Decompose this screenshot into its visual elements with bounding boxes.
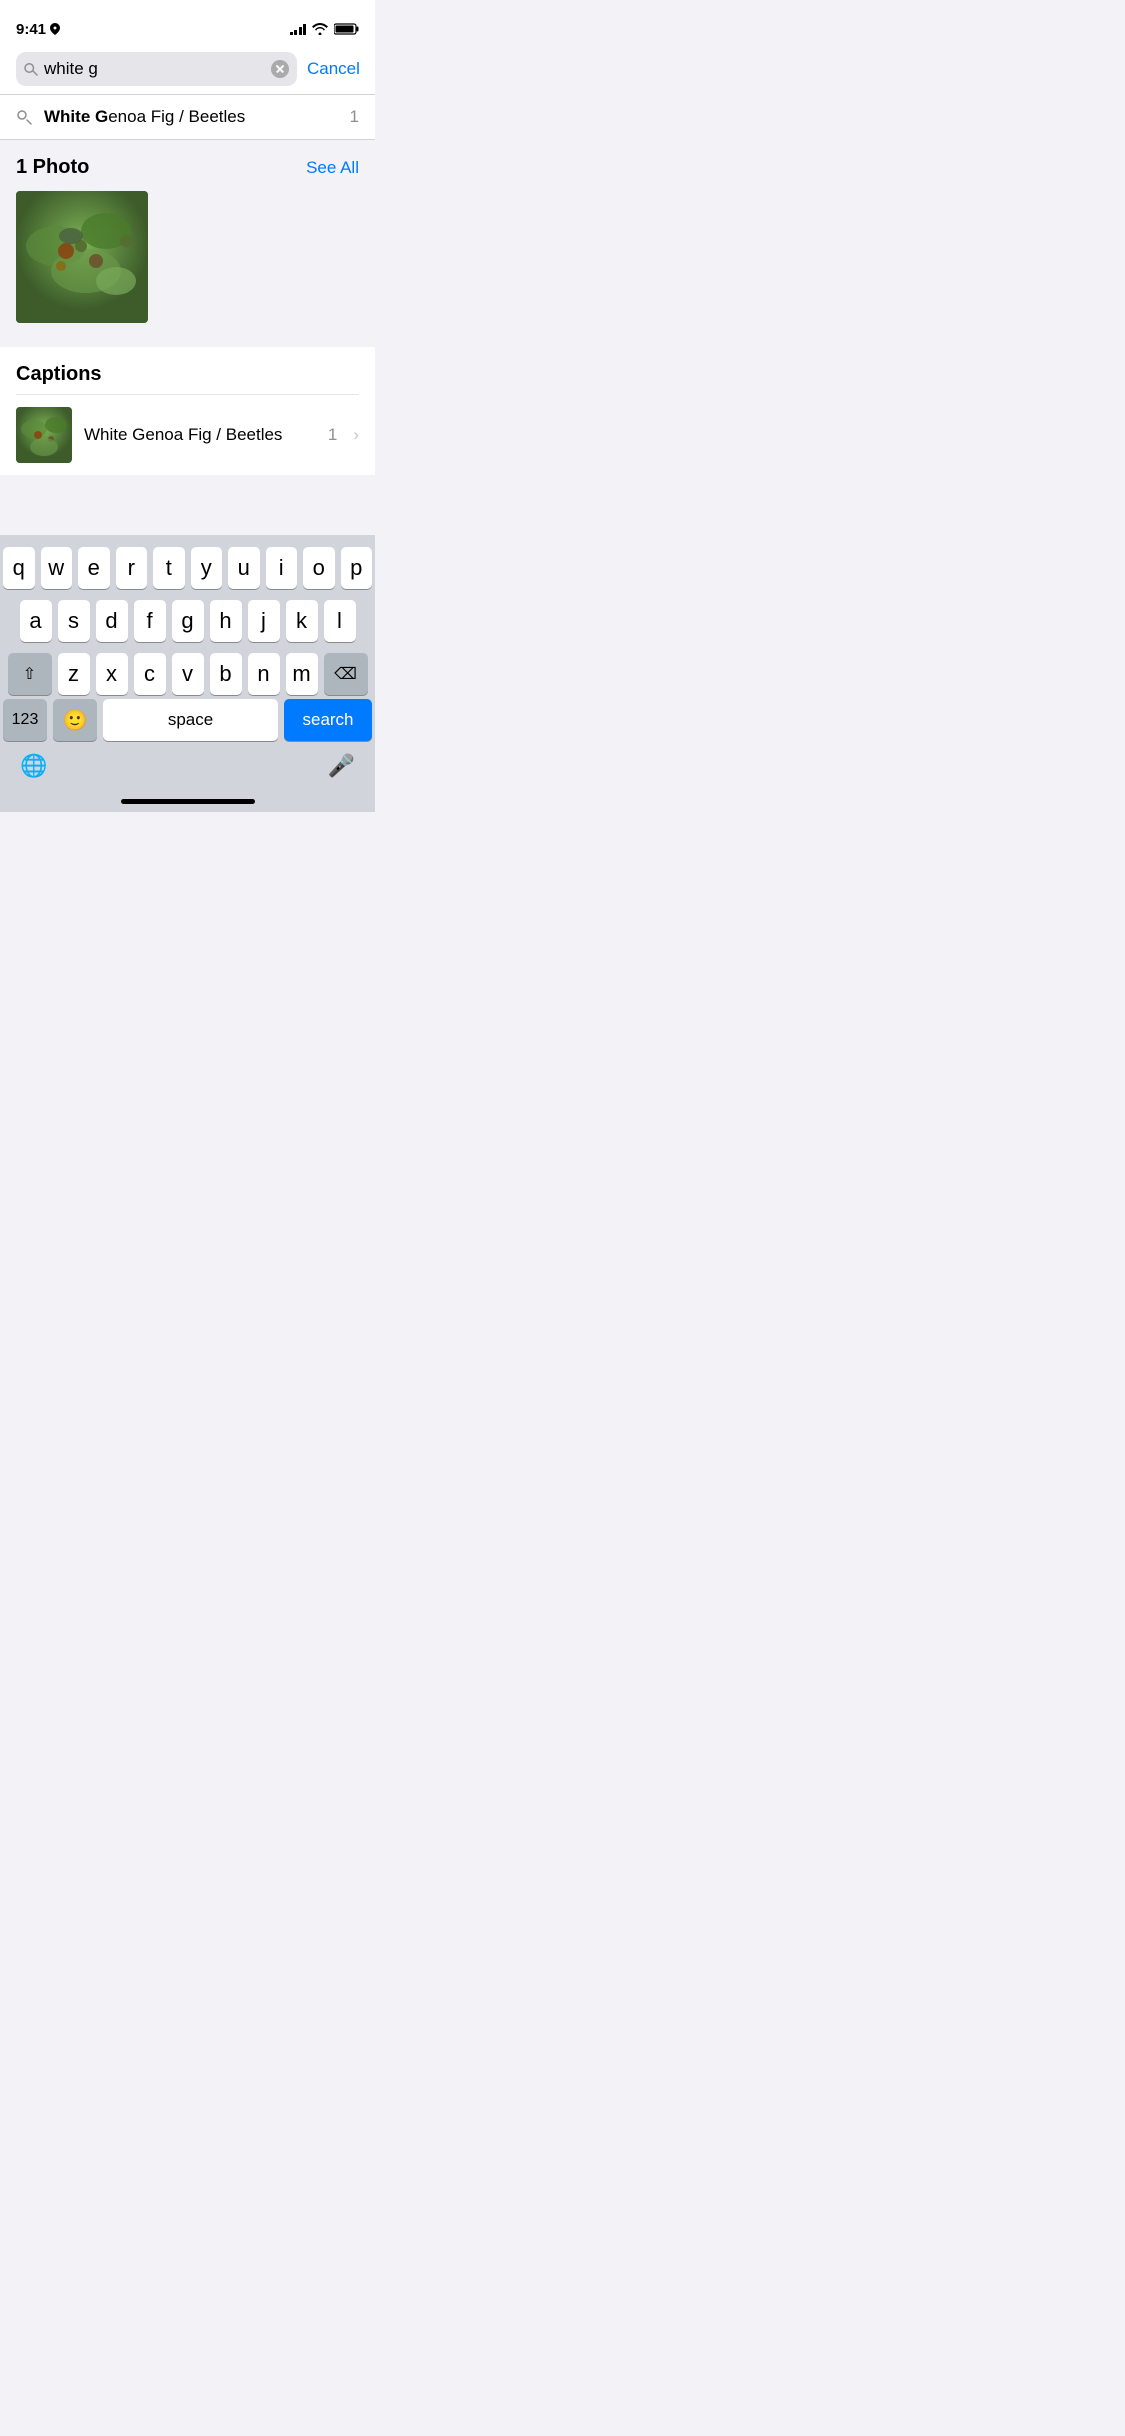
home-indicator <box>121 799 255 804</box>
key-delete[interactable]: ⌫ <box>324 653 368 695</box>
keyboard-bottom-row: 123 🙂 space search <box>0 699 375 745</box>
keyboard-extras: 🌐 🎤 <box>0 745 375 799</box>
key-rows: q w e r t y u i o p a s d f g h j k l ⇧ … <box>0 535 375 699</box>
search-suggestion-icon <box>16 109 32 125</box>
clear-button[interactable] <box>271 60 289 78</box>
key-l[interactable]: l <box>324 600 356 642</box>
key-z[interactable]: z <box>58 653 90 695</box>
see-all-button[interactable]: See All <box>306 158 359 178</box>
key-j[interactable]: j <box>248 600 280 642</box>
key-b[interactable]: b <box>210 653 242 695</box>
cancel-button[interactable]: Cancel <box>307 59 360 79</box>
wifi-icon <box>312 23 328 35</box>
key-row-2: a s d f g h j k l <box>3 600 372 642</box>
key-k[interactable]: k <box>286 600 318 642</box>
caption-row[interactable]: White Genoa Fig / Beetles 1 › <box>0 395 375 475</box>
key-search[interactable]: search <box>284 699 372 741</box>
photo-svg <box>16 191 148 323</box>
key-c[interactable]: c <box>134 653 166 695</box>
photo-thumbnail[interactable] <box>16 191 148 323</box>
key-space[interactable]: space <box>103 699 278 741</box>
caption-thumbnail <box>16 407 72 463</box>
key-n[interactable]: n <box>248 653 280 695</box>
keyboard: q w e r t y u i o p a s d f g h j k l ⇧ … <box>0 535 375 812</box>
caption-svg <box>16 407 72 463</box>
key-g[interactable]: g <box>172 600 204 642</box>
photos-section-header: 1 Photo See All <box>16 156 359 179</box>
status-time: 9:41 <box>16 21 46 38</box>
key-e[interactable]: e <box>78 547 110 589</box>
microphone-icon[interactable]: 🎤 <box>328 753 355 779</box>
key-t[interactable]: t <box>153 547 185 589</box>
globe-icon[interactable]: 🌐 <box>20 753 47 779</box>
battery-icon <box>334 23 359 35</box>
caption-count: 1 <box>328 425 337 445</box>
results-area: 1 Photo See All <box>0 140 375 323</box>
key-d[interactable]: d <box>96 600 128 642</box>
photos-count-title: 1 Photo <box>16 156 89 179</box>
key-o[interactable]: o <box>303 547 335 589</box>
key-s[interactable]: s <box>58 600 90 642</box>
signal-bars <box>290 23 307 35</box>
key-f[interactable]: f <box>134 600 166 642</box>
key-p[interactable]: p <box>341 547 373 589</box>
key-m[interactable]: m <box>286 653 318 695</box>
location-icon <box>50 23 60 35</box>
key-row-3: ⇧ z x c v b n m ⌫ <box>3 653 372 695</box>
search-input-wrap[interactable] <box>16 52 297 86</box>
key-q[interactable]: q <box>3 547 35 589</box>
key-emoji[interactable]: 🙂 <box>53 699 97 741</box>
photo-image <box>16 191 148 323</box>
caption-text: White Genoa Fig / Beetles <box>84 425 316 445</box>
key-row-1: q w e r t y u i o p <box>3 547 372 589</box>
key-r[interactable]: r <box>116 547 148 589</box>
search-icon <box>24 62 38 76</box>
key-w[interactable]: w <box>41 547 73 589</box>
key-i[interactable]: i <box>266 547 298 589</box>
key-shift[interactable]: ⇧ <box>8 653 52 695</box>
key-a[interactable]: a <box>20 600 52 642</box>
key-x[interactable]: x <box>96 653 128 695</box>
suggestion-count: 1 <box>350 107 359 127</box>
key-v[interactable]: v <box>172 653 204 695</box>
status-bar: 9:41 <box>0 0 375 44</box>
key-h[interactable]: h <box>210 600 242 642</box>
captions-title: Captions <box>0 347 375 394</box>
key-numbers[interactable]: 123 <box>3 699 47 741</box>
suggestion-row[interactable]: White Genoa Fig / Beetles 1 <box>0 95 375 139</box>
status-icons <box>290 23 360 35</box>
key-y[interactable]: y <box>191 547 223 589</box>
suggestion-text: White Genoa Fig / Beetles <box>44 107 245 127</box>
search-input[interactable] <box>44 59 265 79</box>
chevron-right-icon: › <box>353 425 359 445</box>
key-u[interactable]: u <box>228 547 260 589</box>
search-bar-container: Cancel <box>0 44 375 94</box>
captions-section: Captions <box>0 347 375 475</box>
